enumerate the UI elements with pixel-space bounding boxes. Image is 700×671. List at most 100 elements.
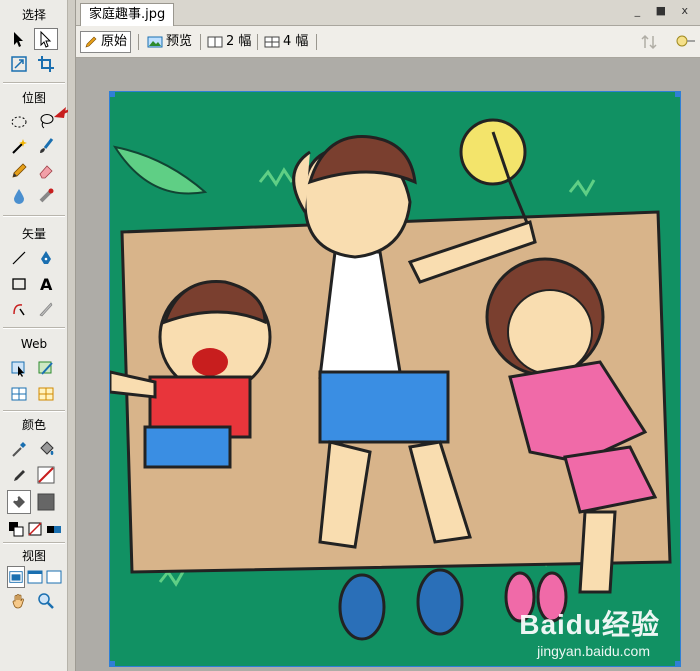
fill-color-bucket[interactable] <box>7 490 31 514</box>
line-icon <box>12 251 26 265</box>
baidu-watermark: Baidu经验 jingyan.baidu.com <box>470 603 660 663</box>
no-color-icon <box>28 522 42 536</box>
canvas-area[interactable]: Baidu经验 jingyan.baidu.com <box>76 59 700 671</box>
image-canvas[interactable] <box>109 91 681 667</box>
landscape-preview-icon <box>147 36 163 48</box>
original-view-label: 原始 <box>101 34 128 49</box>
panel-splitter[interactable] <box>68 0 76 671</box>
marquee-tool[interactable] <box>7 110 31 132</box>
knife-icon <box>39 302 53 317</box>
light-bulb-icon[interactable] <box>674 33 696 51</box>
preview-button[interactable]: 预览 <box>144 31 195 53</box>
hotspot-icon <box>11 361 25 377</box>
swap-colors-button[interactable] <box>45 518 63 540</box>
magic-wand-icon <box>12 139 27 154</box>
rubber-stamp-icon <box>39 188 54 203</box>
blur-drop-icon <box>14 189 24 204</box>
subselection-icon <box>40 30 52 48</box>
screen-mode-menus-icon <box>27 570 43 584</box>
scale-icon <box>11 56 27 72</box>
document-window: 家庭趣事.jpg _ ■ x 原始 预览 2 幅 4 幅 Baidu经验 jin… <box>76 0 700 671</box>
two-up-button[interactable]: 2 幅 <box>204 31 254 53</box>
screen-mode-standard-icon <box>9 571 23 583</box>
no-stroke-button[interactable] <box>26 518 44 540</box>
rectangle-tool[interactable] <box>7 273 31 295</box>
stroke-color-swatch[interactable] <box>34 464 58 486</box>
stroke-color-pencil[interactable] <box>7 464 31 486</box>
stroke-swatch-icon <box>37 466 55 484</box>
pencil-tool[interactable] <box>7 160 31 182</box>
eraser-tool[interactable] <box>34 160 58 182</box>
eyedropper-icon <box>12 442 26 457</box>
two-up-icon <box>207 36 223 48</box>
show-slices-tool[interactable] <box>34 383 58 405</box>
brush-icon <box>40 138 54 153</box>
pointer-tool[interactable] <box>7 28 31 50</box>
hide-slices-icon <box>11 387 27 401</box>
swap-colors-icon <box>47 526 61 533</box>
two-up-label: 2 幅 <box>226 34 252 49</box>
slice-icon <box>38 361 53 375</box>
section-title-view: 视图 <box>21 549 46 563</box>
original-view-button[interactable]: 原始 <box>80 31 132 53</box>
four-up-icon <box>264 36 280 48</box>
window-controls[interactable]: _ ■ x <box>635 4 694 17</box>
document-tab-bar: 家庭趣事.jpg _ ■ x <box>76 0 700 26</box>
full-screen-mode[interactable] <box>45 566 63 588</box>
ellipse-marquee-icon <box>11 116 27 128</box>
rubber-stamp-tool[interactable] <box>34 185 58 207</box>
line-tool[interactable] <box>7 247 31 269</box>
subselection-tool[interactable] <box>34 28 58 50</box>
eyedropper-tool[interactable] <box>7 438 31 460</box>
eraser-icon <box>39 165 53 179</box>
hide-slices-tool[interactable] <box>7 383 31 405</box>
section-title-color: 颜色 <box>21 418 46 432</box>
text-a-icon: A <box>40 275 53 293</box>
svg-text:A: A <box>40 275 53 293</box>
crop-tool[interactable] <box>34 53 58 75</box>
pen-tool[interactable] <box>34 247 58 269</box>
hand-icon <box>12 594 24 609</box>
pencil-icon <box>12 163 27 178</box>
freeform-icon <box>13 304 25 316</box>
watermark-logo: Baidu经验 <box>519 609 660 640</box>
export-arrows-icon[interactable] <box>640 33 662 51</box>
brush-tool[interactable] <box>34 135 58 157</box>
default-colors-button[interactable] <box>7 518 25 540</box>
section-title-web: Web <box>20 337 48 351</box>
hand-tool[interactable] <box>7 590 31 612</box>
text-tool[interactable]: A <box>34 273 58 295</box>
fill-bucket-icon <box>13 496 25 508</box>
pen-nib-icon <box>41 251 51 264</box>
hotspot-tool[interactable] <box>7 357 31 379</box>
selection-handle[interactable] <box>675 661 680 666</box>
rectangle-icon <box>12 278 26 290</box>
four-up-button[interactable]: 4 幅 <box>261 31 311 53</box>
fill-color-swatch[interactable] <box>34 490 58 514</box>
full-screen-menus-mode[interactable] <box>26 566 44 588</box>
paint-bucket-tool[interactable] <box>34 438 58 460</box>
stroke-pencil-icon <box>14 470 25 481</box>
pointer-icon <box>14 32 23 47</box>
knife-tool[interactable] <box>34 298 58 320</box>
magic-wand-tool[interactable] <box>7 135 31 157</box>
four-up-label: 4 幅 <box>283 34 309 49</box>
freeform-tool[interactable] <box>7 298 31 320</box>
paint-bucket-icon <box>40 441 54 455</box>
selection-handle[interactable] <box>110 661 115 666</box>
watermark-url: jingyan.baidu.com <box>537 643 650 659</box>
selection-handle[interactable] <box>110 92 115 97</box>
slice-tool[interactable] <box>34 357 58 379</box>
blur-tool[interactable] <box>7 185 31 207</box>
screen-mode-full-icon <box>46 570 62 584</box>
cartoon-family-illustration <box>110 92 680 666</box>
document-tab[interactable]: 家庭趣事.jpg <box>80 3 175 26</box>
standard-screen-mode[interactable] <box>7 566 25 588</box>
zoom-tool[interactable] <box>34 590 58 612</box>
section-title-select: 选择 <box>21 8 46 22</box>
selection-handle[interactable] <box>675 92 680 97</box>
section-title-vector: 矢量 <box>21 227 46 241</box>
preview-label: 预览 <box>166 34 193 49</box>
scale-tool[interactable] <box>7 53 31 75</box>
crop-icon <box>38 56 54 72</box>
